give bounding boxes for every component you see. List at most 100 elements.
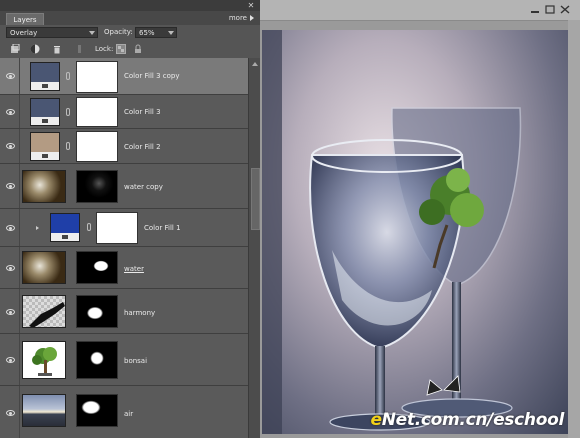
scroll-up-icon[interactable] [252,62,258,66]
eye-icon[interactable] [6,309,15,315]
eye-icon[interactable] [6,183,15,189]
scroll-thumb[interactable] [251,168,260,230]
blend-mode-value: Overlay [10,29,38,37]
triangle-right-icon [250,15,254,21]
visibility-column [0,58,20,94]
clipping-arrow-icon [36,226,39,230]
opacity-field[interactable]: 65% [135,27,177,38]
layer-thumbnail [30,62,60,91]
close-icon[interactable] [560,5,570,14]
layer-list: Color Fill 3 copy Color Fill 3 Color Fil… [0,58,248,438]
trash-icon[interactable] [52,44,62,54]
fill-thumbnail-bar [51,233,79,241]
maximize-icon[interactable] [545,5,555,14]
layer-mask [76,251,118,284]
adjustment-layer-icon[interactable] [30,44,40,54]
layer-mask [76,131,118,162]
lock-pixels-icon[interactable] [116,44,126,54]
visibility-column [0,129,20,163]
document-window: eNet.com.cn/eschool [260,0,580,438]
more-menu-button[interactable]: more [229,13,254,24]
left-glass-edge [262,30,282,434]
panel-titlebar[interactable]: ✕ [0,0,260,11]
lock-label: Lock: [95,45,114,53]
layer-thumbnail [30,132,60,161]
panel-tab-row: Layers more [0,11,260,26]
chevron-down-icon [89,31,95,35]
layer-row[interactable]: harmony [0,289,248,334]
visibility-column [0,209,20,246]
layer-row[interactable]: Color Fill 2 [0,129,248,164]
layer-mask [76,341,118,379]
layer-name: bonsai [124,357,148,365]
layer-thumbnail [30,98,60,126]
link-icon [87,223,91,231]
link-icon [66,108,70,116]
water-thumbnail [22,170,66,203]
visibility-column [0,386,20,438]
visibility-column [0,289,20,333]
eye-icon[interactable] [6,265,15,271]
eye-icon[interactable] [6,225,15,231]
layer-row[interactable]: Color Fill 1 [0,209,248,247]
layer-row[interactable]: air [0,386,248,438]
opacity-label: Opacity: [104,28,133,36]
visibility-column [0,164,20,208]
watermark-rest: Net.com.cn/eschool [381,410,565,430]
hand-silhouette-icon [29,302,65,327]
layer-mask [76,295,118,328]
lock-transparent-icon[interactable] [75,44,85,54]
watermark-text: eNet.com.cn/eschool [370,410,564,430]
minimize-icon[interactable] [530,5,540,14]
visibility-column [0,334,20,385]
layer-tools-row: Lock: [0,40,260,58]
layer-name: harmony [124,309,156,317]
eye-icon[interactable] [6,143,15,149]
opacity-value: 65% [139,29,155,37]
layer-mask [76,61,118,93]
image-canvas[interactable]: eNet.com.cn/eschool [262,30,568,434]
lock-all-icon[interactable] [133,44,143,54]
visibility-column [0,95,20,128]
eye-icon[interactable] [6,73,15,79]
eye-icon[interactable] [6,410,15,416]
layer-row[interactable]: water [0,247,248,289]
layer-mask [76,170,118,203]
layer-list-scrollbar[interactable] [248,58,260,438]
document-titlebar[interactable] [260,0,580,21]
layer-row[interactable]: bonsai [0,334,248,386]
layer-name: water [124,265,144,273]
sky-thumbnail [22,394,66,427]
layer-name: air [124,410,134,418]
fill-thumbnail-bar [31,152,59,160]
layer-name: Color Fill 3 copy [124,72,180,80]
layer-row[interactable]: Color Fill 3 [0,95,248,129]
layer-name: water copy [124,183,163,191]
layer-mask [76,97,118,127]
close-icon[interactable]: ✕ [246,1,256,10]
fill-thumbnail-bar [31,82,59,90]
layer-mask [96,212,138,244]
fill-thumbnail-bar [31,117,59,125]
layer-row[interactable]: Color Fill 3 copy [0,58,248,95]
layer-name: Color Fill 1 [144,224,181,232]
blend-mode-select[interactable]: Overlay [6,27,98,38]
canvas-frame [568,20,580,438]
wine-glasses-artwork [262,30,522,434]
tree-icon [32,347,57,376]
harmony-thumbnail [22,295,66,328]
eye-icon[interactable] [6,357,15,363]
layer-mask [76,394,118,427]
layer-row[interactable]: water copy [0,164,248,209]
more-label: more [228,14,247,22]
layer-thumbnail [50,213,80,242]
bonsai-thumbnail [22,341,66,379]
eye-icon[interactable] [6,109,15,115]
link-icon [66,72,70,80]
link-icon [66,142,70,150]
visibility-column [0,247,20,288]
layer-name: Color Fill 2 [124,143,161,151]
chevron-down-icon [168,31,174,35]
watermark-e: e [370,410,382,430]
new-layer-icon[interactable] [10,44,20,54]
